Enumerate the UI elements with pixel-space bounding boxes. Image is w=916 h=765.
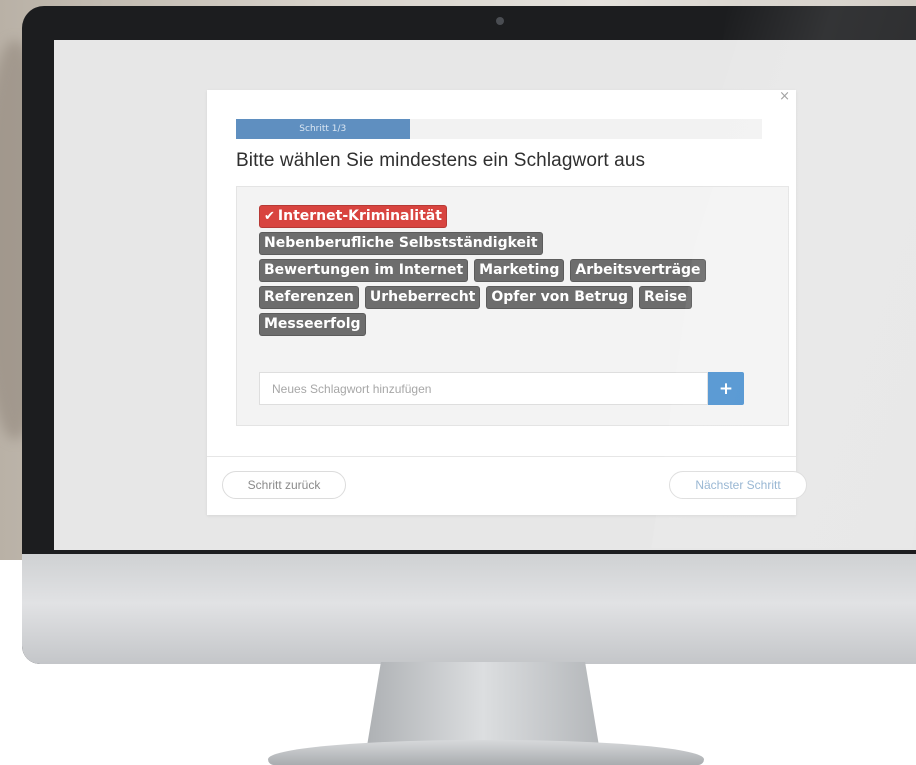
close-icon[interactable]: × (779, 90, 790, 104)
dialog-title: Bitte wählen Sie mindestens ein Schlagwo… (236, 150, 646, 171)
tag-label: Internet-Kriminalität (277, 208, 442, 224)
tag-label: Marketing (479, 262, 560, 278)
next-step-button[interactable]: Nächster Schritt (669, 471, 807, 499)
tag-panel: ✔ Internet-Kriminalität Nebenberufliche Se… (236, 186, 789, 426)
tag-label: Reise (643, 289, 687, 305)
tag-selected[interactable]: ✔ Internet-Kriminalität (259, 205, 447, 228)
step-progress-fill: Schritt 1/3 (236, 119, 410, 139)
tag-label: Nebenberufliche Selbstständigkeit (264, 235, 538, 251)
tag-label: Bewertungen im Internet (264, 262, 464, 278)
tag-list: ✔ Internet-Kriminalität Nebenberufliche Se… (259, 205, 751, 340)
tag[interactable]: Marketing (474, 259, 565, 282)
tag-row: Referenzen Urheberrecht Opfer von Betrug Re… (259, 286, 751, 309)
tag[interactable]: Nebenberufliche Selbstständigkeit (259, 232, 543, 255)
tag-label: Messeerfolg (264, 316, 361, 332)
monitor-chin (22, 554, 916, 664)
step-progress-label: Schritt 1/3 (299, 124, 347, 134)
new-tag-row: + (259, 372, 744, 405)
tag[interactable]: Reise (638, 286, 692, 309)
new-tag-input[interactable] (259, 372, 708, 405)
step-progress-bar: Schritt 1/3 (236, 119, 762, 139)
checkmark-icon: ✔ (264, 209, 275, 224)
tag-label: Urheberrecht (369, 289, 476, 305)
tag[interactable]: Urheberrecht (364, 286, 481, 309)
tag-row: ✔ Internet-Kriminalität (259, 205, 751, 228)
tag[interactable]: Arbeitsverträge (570, 259, 706, 282)
tag[interactable]: Bewertungen im Internet (259, 259, 469, 282)
tag[interactable]: Referenzen (259, 286, 359, 309)
screen: × Schritt 1/3 Bitte wählen Sie mindesten… (54, 40, 916, 550)
tag-selection-dialog: × Schritt 1/3 Bitte wählen Sie mindesten… (207, 90, 807, 515)
add-tag-button[interactable]: + (708, 372, 744, 405)
tag-label: Referenzen (264, 289, 354, 305)
tag-row: Messeerfolg (259, 313, 751, 336)
tag-label: Opfer von Betrug (491, 289, 628, 305)
previous-step-button[interactable]: Schritt zurück (222, 471, 346, 499)
tag-label: Arbeitsverträge (575, 262, 701, 278)
monitor-stand-neck (367, 662, 599, 746)
tag[interactable]: Opfer von Betrug (486, 286, 633, 309)
tag[interactable]: Messeerfolg (259, 313, 366, 336)
tag-row: Nebenberufliche Selbstständigkeit (259, 232, 751, 255)
tag-row: Bewertungen im Internet Marketing Arbeitsv… (259, 259, 751, 282)
camera-icon (496, 17, 504, 25)
desktop-monitor: × Schritt 1/3 Bitte wählen Sie mindesten… (22, 6, 916, 664)
dialog-footer: Schritt zurück Nächster Schritt (207, 456, 807, 515)
